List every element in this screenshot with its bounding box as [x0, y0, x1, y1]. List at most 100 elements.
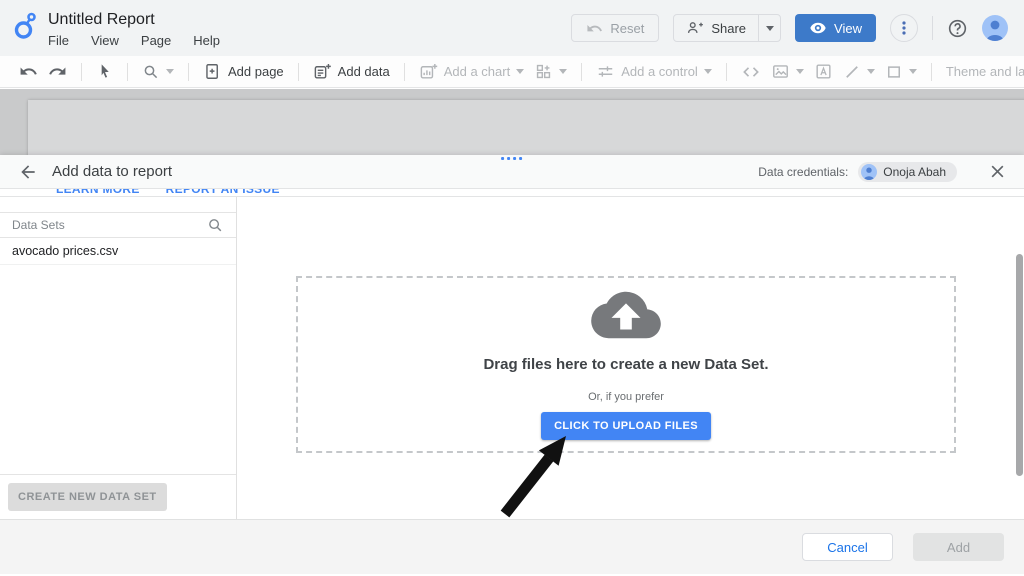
menu-help[interactable]: Help: [193, 33, 220, 48]
search-icon[interactable]: [207, 217, 224, 234]
dropzone-heading: Drag files here to create a new Data Set…: [483, 356, 768, 373]
upload-panel: Drag files here to create a new Data Set…: [237, 197, 1024, 519]
credentials-avatar: [861, 164, 877, 180]
add-control-label: Add a control: [621, 64, 698, 79]
share-dropdown[interactable]: [758, 15, 780, 41]
theme-and-layout-button[interactable]: Theme and layout: [941, 64, 1024, 79]
report-an-issue-link[interactable]: REPORT AN ISSUE: [166, 189, 280, 197]
menu-file[interactable]: File: [48, 33, 69, 48]
add-data-icon: [313, 62, 332, 81]
dataset-search-input[interactable]: [12, 218, 182, 232]
add-control-button[interactable]: Add a control: [591, 62, 717, 81]
insert-text-button[interactable]: [809, 62, 838, 81]
shape-icon: [885, 63, 903, 81]
redo-icon: [48, 62, 67, 81]
add-chart-label: Add a chart: [444, 64, 511, 79]
dialog-footer: Cancel Add: [0, 519, 1024, 574]
datasets-sidebar: avocado prices.csv CREATE NEW DATA SET: [0, 197, 237, 519]
insert-shape-button[interactable]: [880, 63, 922, 81]
close-dialog-button[interactable]: [989, 163, 1006, 180]
toolbar-divider: [581, 63, 582, 81]
credentials-user: Onoja Abah: [883, 165, 946, 179]
line-icon: [843, 63, 861, 81]
loading-dots: [501, 157, 522, 160]
add-chart-button[interactable]: Add a chart: [414, 62, 530, 81]
chevron-down-icon: [796, 69, 804, 74]
sidebar-footer: CREATE NEW DATA SET: [0, 474, 236, 519]
view-label: View: [834, 21, 862, 36]
file-dropzone[interactable]: Drag files here to create a new Data Set…: [296, 276, 956, 453]
scrollbar-thumb[interactable]: [1016, 254, 1023, 476]
credentials-label: Data credentials:: [758, 165, 848, 179]
person-add-icon: [686, 19, 704, 37]
avatar-person-icon: [982, 15, 1008, 41]
top-header: Untitled Report File View Page Help Rese…: [0, 0, 1024, 56]
add-button[interactable]: Add: [913, 533, 1004, 561]
chevron-down-icon: [704, 69, 712, 74]
insert-image-button[interactable]: [766, 62, 809, 81]
toolbar-divider: [127, 63, 128, 81]
back-button[interactable]: [18, 162, 38, 182]
zoom-tool-button[interactable]: [137, 63, 179, 81]
share-main[interactable]: Share: [674, 15, 758, 41]
insert-line-button[interactable]: [838, 63, 880, 81]
add-control-icon: [596, 62, 615, 81]
toolbar-divider: [726, 63, 727, 81]
chevron-down-icon: [166, 69, 174, 74]
cancel-button[interactable]: Cancel: [802, 533, 893, 561]
toolbar-divider: [298, 63, 299, 81]
redo-button[interactable]: [43, 62, 72, 81]
header-divider: [932, 16, 933, 40]
dataset-list-item[interactable]: avocado prices.csv: [0, 238, 236, 265]
text-box-icon: [814, 62, 833, 81]
undo-reset-icon: [586, 20, 603, 37]
share-label: Share: [711, 21, 746, 36]
select-tool-button[interactable]: [91, 63, 118, 80]
eye-icon: [809, 19, 827, 37]
magnifier-icon: [142, 63, 160, 81]
undo-icon: [19, 62, 38, 81]
chevron-down-icon: [867, 69, 875, 74]
add-data-button[interactable]: Add data: [308, 62, 395, 81]
community-viz-icon: [534, 62, 553, 81]
cursor-icon: [96, 63, 113, 80]
report-title[interactable]: Untitled Report: [48, 10, 220, 30]
credentials-pill[interactable]: Onoja Abah: [858, 162, 957, 182]
add-data-dialog: Add data to report Data credentials: Ono…: [0, 155, 1024, 576]
reset-button[interactable]: Reset: [571, 14, 659, 42]
image-icon: [771, 62, 790, 81]
dataset-search[interactable]: [0, 212, 236, 238]
menu-page[interactable]: Page: [141, 33, 171, 48]
dialog-body: avocado prices.csv CREATE NEW DATA SET D…: [0, 197, 1024, 519]
click-to-upload-files-button[interactable]: CLICK TO UPLOAD FILES: [541, 412, 711, 440]
embed-code-icon: [741, 62, 761, 82]
view-button[interactable]: View: [795, 14, 876, 42]
menubar: File View Page Help: [48, 33, 220, 48]
toolbar-divider: [188, 63, 189, 81]
links-strip: LEARN MORE REPORT AN ISSUE: [0, 189, 1024, 197]
embed-url-button[interactable]: [736, 62, 766, 82]
avatar-person-icon: [861, 164, 877, 180]
chevron-down-icon: [766, 26, 774, 31]
cloud-upload-icon: [589, 286, 663, 344]
help-icon[interactable]: [947, 18, 968, 39]
learn-more-link[interactable]: LEARN MORE: [56, 189, 140, 197]
share-button[interactable]: Share: [673, 14, 781, 42]
community-visualizations-button[interactable]: [529, 62, 572, 81]
data-studio-logo-icon: [14, 11, 38, 41]
dialog-title: Add data to report: [52, 163, 172, 180]
add-page-button[interactable]: Add page: [198, 62, 289, 81]
kebab-menu-icon: [895, 19, 913, 37]
chevron-down-icon: [559, 69, 567, 74]
menu-view[interactable]: View: [91, 33, 119, 48]
back-arrow-icon: [18, 162, 38, 182]
toolbar-divider: [404, 63, 405, 81]
create-new-data-set-button[interactable]: CREATE NEW DATA SET: [8, 483, 167, 511]
undo-button[interactable]: [14, 62, 43, 81]
user-avatar[interactable]: [982, 15, 1008, 41]
add-page-label: Add page: [228, 64, 284, 79]
more-options-button[interactable]: [890, 14, 918, 42]
dialog-header: Add data to report Data credentials: Ono…: [0, 155, 1024, 189]
add-data-label: Add data: [338, 64, 390, 79]
app-window: Untitled Report File View Page Help Rese…: [0, 0, 1024, 576]
